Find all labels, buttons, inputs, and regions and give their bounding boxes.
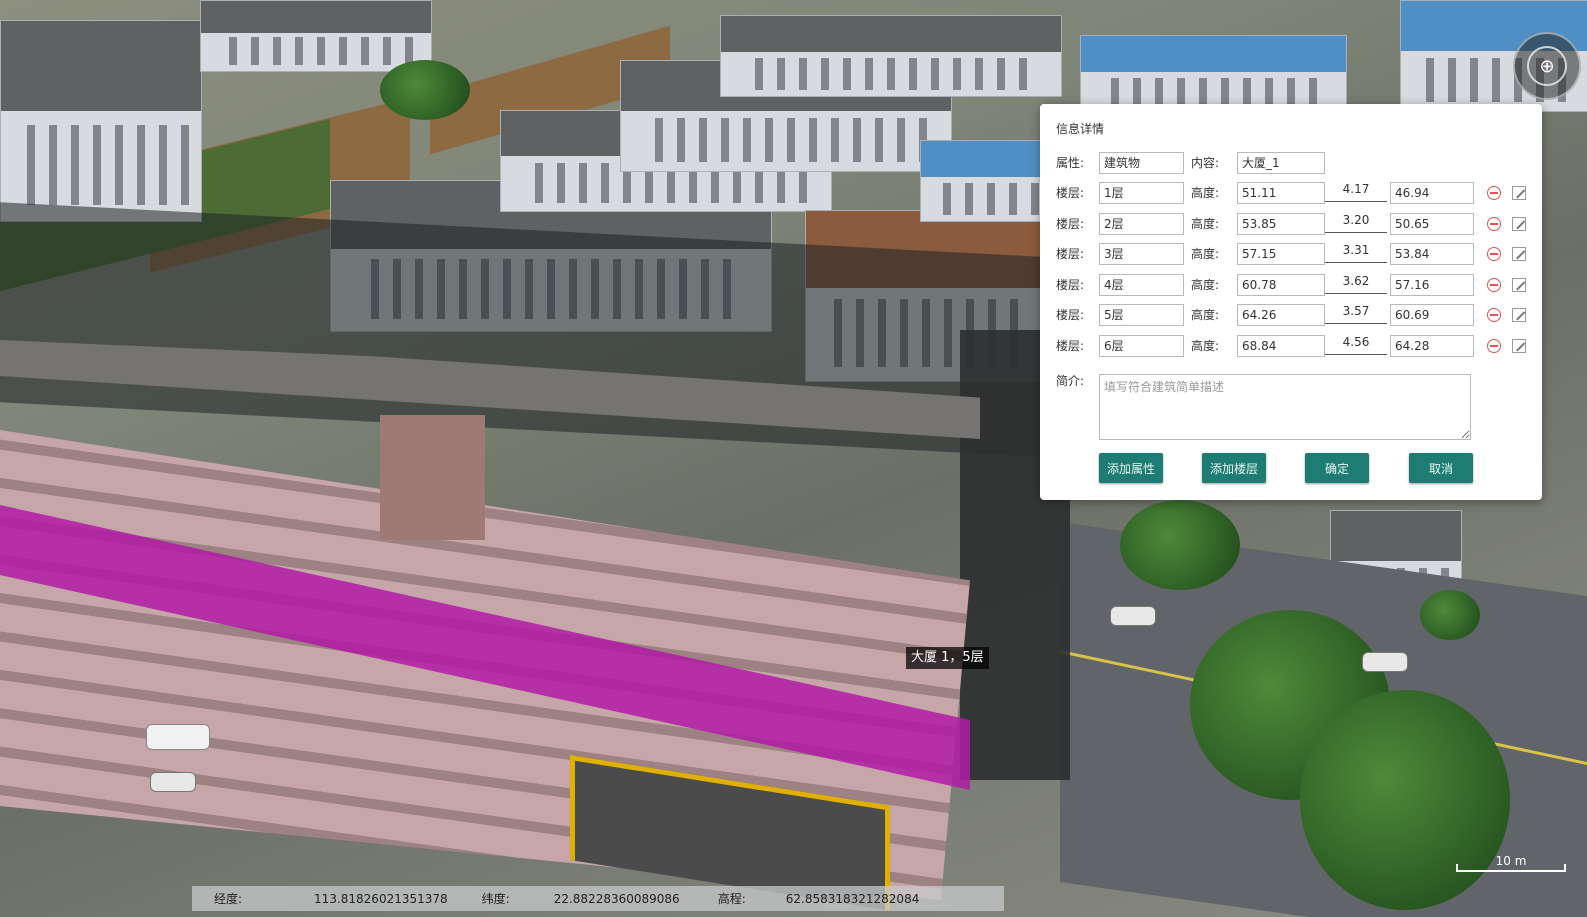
attribute-label: 属性: [1056,156,1085,170]
scale-ruler [1456,864,1566,872]
height-label: 高度: [1191,186,1220,200]
vehicle [1110,606,1156,626]
edit-floor-icon[interactable] [1512,247,1526,261]
longitude-label: 经度: [214,892,243,906]
remove-floor-icon[interactable] [1487,339,1501,353]
compass-icon: ⊕ [1527,46,1567,86]
intro-textarea[interactable] [1099,374,1471,440]
tree [1420,590,1480,640]
floor-base-input[interactable] [1390,335,1474,357]
add-floor-button[interactable]: 添加楼层 [1202,453,1266,483]
tree [380,60,470,120]
remove-floor-icon[interactable] [1487,186,1501,200]
floor-height-input[interactable] [1237,304,1325,326]
floor-label: 楼层: [1056,217,1085,231]
edit-floor-icon[interactable] [1512,339,1526,353]
remove-floor-icon[interactable] [1487,247,1501,261]
floor-base-input[interactable] [1390,243,1474,265]
elevation-value: 62.858318321282084 [785,891,920,906]
content-input[interactable] [1237,152,1325,174]
floor-label: 楼层: [1056,339,1085,353]
floor-height-input[interactable] [1237,243,1325,265]
edit-floor-icon[interactable] [1512,308,1526,322]
content-label: 内容: [1191,156,1220,170]
elevation-label: 高程: [717,892,746,906]
vehicle [146,724,210,750]
floor-height-input[interactable] [1237,182,1325,204]
floor-label: 楼层: [1056,308,1085,322]
latitude-value: 22.88228360089086 [553,891,680,906]
confirm-button[interactable]: 确定 [1305,453,1369,483]
floor-label: 楼层: [1056,186,1085,200]
remove-floor-icon[interactable] [1487,278,1501,292]
height-label: 高度: [1191,247,1220,261]
floor-name-input[interactable] [1099,274,1184,296]
floor-base-input[interactable] [1390,304,1474,326]
building-background [920,140,1052,222]
intro-label: 简介: [1056,374,1085,388]
building-background [200,0,432,72]
floor-height-input[interactable] [1237,213,1325,235]
floor-label: 楼层: [1056,247,1085,261]
building-background [720,15,1062,97]
vehicle [150,772,196,792]
vehicle [1362,652,1408,672]
height-label: 高度: [1191,308,1220,322]
floor-name-input[interactable] [1099,304,1184,326]
longitude-value: 113.81826021351378 [314,891,448,906]
floor-base-input[interactable] [1390,274,1474,296]
floor-name-input[interactable] [1099,182,1184,204]
coordinate-status-bar: 经度: 113.81826021351378 纬度: 22.8822836008… [192,886,1004,911]
attribute-input[interactable] [1099,152,1184,174]
info-detail-dialog: 信息详情 属性: 内容: 楼层: 高度: 4.17 楼层: 高度: 3.20 楼层: 高度: 3… [1040,104,1542,500]
building-floor-label: 大厦 1，5层 [906,647,989,669]
cancel-button[interactable]: 取消 [1409,453,1473,483]
floor-name-input[interactable] [1099,243,1184,265]
edit-floor-icon[interactable] [1512,217,1526,231]
floor-name-input[interactable] [1099,213,1184,235]
floor-height-diff: 4.17 [1325,179,1387,202]
floor-label: 楼层: [1056,278,1085,292]
compass-control[interactable]: ⊕ [1513,32,1581,100]
floor-height-diff: 3.62 [1325,271,1387,294]
floor-height-diff: 3.57 [1325,301,1387,324]
floor-height-diff: 4.56 [1325,332,1387,355]
floor-height-diff: 3.31 [1325,240,1387,263]
height-label: 高度: [1191,278,1220,292]
edit-floor-icon[interactable] [1512,278,1526,292]
floor-height-input[interactable] [1237,335,1325,357]
building-background [0,20,202,222]
tree [1120,500,1240,590]
remove-floor-icon[interactable] [1487,308,1501,322]
floor-height-diff: 3.20 [1325,210,1387,233]
floor-name-input[interactable] [1099,335,1184,357]
edit-floor-icon[interactable] [1512,186,1526,200]
height-label: 高度: [1191,217,1220,231]
dialog-title: 信息详情 [1056,122,1105,136]
add-attribute-button[interactable]: 添加属性 [1099,453,1163,483]
latitude-label: 纬度: [481,892,510,906]
floor-base-input[interactable] [1390,213,1474,235]
remove-floor-icon[interactable] [1487,217,1501,231]
floor-height-input[interactable] [1237,274,1325,296]
height-label: 高度: [1191,339,1220,353]
scale-bar: 10 m [1452,852,1570,878]
rooftop-structure [380,415,485,540]
floor-base-input[interactable] [1390,182,1474,204]
